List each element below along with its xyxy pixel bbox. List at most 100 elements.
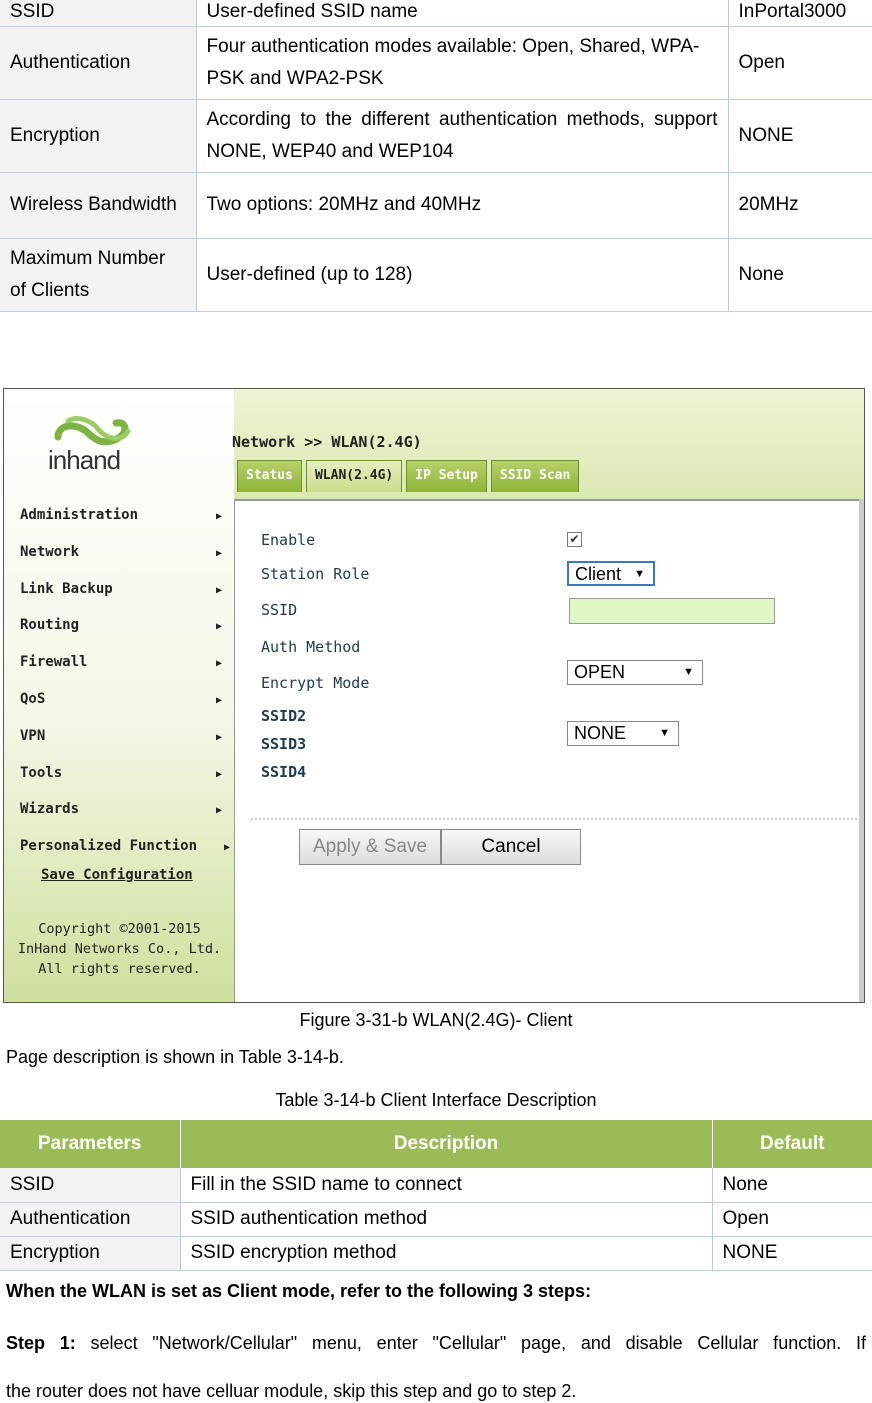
page-description: Page description is shown in Table 3-14-… (6, 1047, 344, 1067)
sidebar-item-label: VPN (20, 727, 46, 744)
table-row: Wireless Bandwidth Two options: 20MHz an… (0, 172, 872, 239)
param-cell: Encryption (0, 1236, 181, 1271)
auth-method-select[interactable]: OPEN ▼ (567, 660, 703, 685)
column-header: Description (180, 1120, 713, 1168)
tab-bar: Status WLAN(2.4G) IP Setup SSID Scan (237, 460, 580, 492)
arrow-right-icon: ▶ (215, 768, 222, 780)
sidebar-item-label: Link Backup (20, 580, 113, 597)
ssid3-link[interactable]: SSID3 (261, 735, 306, 753)
param-cell: Authentication (0, 26, 197, 100)
ssid4-link[interactable]: SSID4 (261, 763, 306, 781)
desc-cell: User-defined (up to 128) (196, 238, 729, 312)
sidebar-item-vpn[interactable]: VPN ▶ (20, 726, 230, 763)
ssid-input[interactable] (569, 598, 775, 624)
station-role-label: Station Role (261, 565, 370, 583)
copyright-line: Copyright ©2001-2015 (38, 921, 201, 937)
station-role-value: Client (575, 564, 622, 584)
param-cell: Authentication (0, 1202, 181, 1237)
sidebar-item-link-backup[interactable]: Link Backup ▶ (20, 579, 230, 616)
arrow-right-icon: ▶ (215, 805, 222, 817)
logo-text: inhand (48, 445, 121, 475)
sidebar-item-label: QoS (20, 690, 46, 707)
form-panel: Enable ✔ Station Role Client ▼ SSID Auth … (234, 499, 862, 1002)
default-cell: Open (728, 26, 872, 100)
table-row: Authentication SSID authentication metho… (0, 1202, 872, 1237)
auth-method-value: OPEN (574, 662, 626, 682)
column-header: Default (712, 1120, 872, 1168)
table-header-row: Parameters Description Default (0, 1120, 872, 1168)
encrypt-mode-label: Encrypt Mode (261, 674, 370, 692)
tab-ssid-scan[interactable]: SSID Scan (490, 460, 580, 492)
save-configuration-link[interactable]: Save Configuration (41, 867, 193, 883)
ssid-label: SSID (261, 601, 298, 619)
table-row: Authentication Four authentication modes… (0, 26, 872, 100)
sidebar-item-administration[interactable]: Administration ▶ (20, 505, 230, 542)
ssid2-link[interactable]: SSID2 (261, 707, 306, 725)
divider (251, 818, 861, 820)
default-cell: NONE (712, 1236, 872, 1271)
copyright-line: All rights reserved. (38, 961, 201, 977)
sidebar-item-firewall[interactable]: Firewall ▶ (20, 652, 230, 689)
router-ui-screenshot: inhand Administration ▶ Network ▶ Link Bac… (3, 388, 865, 1003)
param-cell: Wireless Bandwidth (0, 172, 197, 239)
default-cell: None (728, 238, 872, 312)
enable-label: Enable (261, 531, 316, 549)
default-cell: InPortal3000 (728, 0, 872, 27)
sidebar-item-label: Tools (20, 764, 63, 781)
table-row: Encryption SSID encryption method NONE (0, 1236, 872, 1271)
sidebar-item-wizards[interactable]: Wizards ▶ (20, 799, 230, 836)
table-row: Maximum Number of Clients User-defined (… (0, 238, 872, 312)
sidebar-item-tools[interactable]: Tools ▶ (20, 763, 230, 800)
desc-cell: Four authentication modes available: Ope… (196, 26, 729, 100)
auth-method-label: Auth Method (261, 638, 361, 656)
enable-checkbox[interactable]: ✔ (567, 532, 582, 547)
sidebar: inhand Administration ▶ Network ▶ Link Bac… (4, 389, 234, 1002)
step-label: Step 1: (6, 1333, 76, 1353)
desc-cell: User-defined SSID name (196, 0, 729, 27)
sidebar-item-routing[interactable]: Routing ▶ (20, 615, 230, 652)
desc-cell: According to the different authenticatio… (196, 99, 729, 173)
default-cell: Open (712, 1202, 872, 1237)
station-role-select[interactable]: Client ▼ (567, 561, 655, 586)
chevron-down-icon: ▼ (683, 666, 694, 678)
tab-ip-setup[interactable]: IP Setup (406, 460, 487, 492)
cancel-button[interactable]: Cancel (441, 829, 581, 865)
arrow-right-icon: ▶ (215, 547, 222, 559)
sidebar-item-label: Firewall (20, 654, 88, 671)
table-row: SSID Fill in the SSID name to connect No… (0, 1168, 872, 1203)
tab-wlan-2-4g[interactable]: WLAN(2.4G) (305, 460, 403, 492)
param-cell: Encryption (0, 99, 197, 173)
apply-save-button[interactable]: Apply & Save (299, 829, 441, 865)
table-row: Encryption According to the different au… (0, 99, 872, 173)
sidebar-item-network[interactable]: Network ▶ (20, 542, 230, 579)
arrow-right-icon: ▶ (215, 731, 222, 743)
scrollbar[interactable] (859, 499, 864, 1002)
step-body: select "Network/Cellular" menu, enter "C… (90, 1333, 866, 1353)
arrow-right-icon: ▶ (223, 842, 230, 854)
sidebar-item-qos[interactable]: QoS ▶ (20, 689, 230, 726)
chevron-down-icon: ▼ (659, 727, 670, 739)
desc-cell: Two options: 20MHz and 40MHz (196, 172, 729, 239)
arrow-right-icon: ▶ (215, 511, 222, 522)
figure-caption: Figure 3-31-b WLAN(2.4G)- Client (299, 1010, 573, 1030)
encrypt-mode-select[interactable]: NONE ▼ (567, 721, 679, 746)
default-cell: None (712, 1168, 872, 1203)
tab-status[interactable]: Status (237, 460, 302, 492)
chevron-down-icon: ▼ (634, 568, 645, 580)
arrow-right-icon: ▶ (215, 658, 222, 670)
param-cell: SSID (0, 1168, 181, 1203)
sidebar-item-label: Network (20, 543, 80, 560)
sidebar-item-label: Wizards (20, 801, 80, 818)
desc-cell: SSID encryption method (180, 1236, 713, 1271)
sidebar-item-label: Administration (20, 507, 139, 523)
arrow-right-icon: ▶ (215, 584, 222, 596)
sidebar-menu: Administration ▶ Network ▶ Link Backup ▶ Ro… (20, 505, 230, 873)
copyright-line: InHand Networks Co., Ltd. (17, 941, 222, 957)
arrow-right-icon: ▶ (215, 621, 222, 633)
client-interface-table: Parameters Description Default SSID Fill… (0, 1120, 872, 1271)
arrow-right-icon: ▶ (215, 694, 222, 706)
client-mode-heading: When the WLAN is set as Client mode, ref… (6, 1281, 592, 1301)
table-row: SSID User-defined SSID name InPortal3000 (0, 0, 872, 27)
step-1-text: Step 1: select "Network/Cellular" menu, … (6, 1333, 866, 1354)
desc-cell: Fill in the SSID name to connect (180, 1168, 713, 1203)
